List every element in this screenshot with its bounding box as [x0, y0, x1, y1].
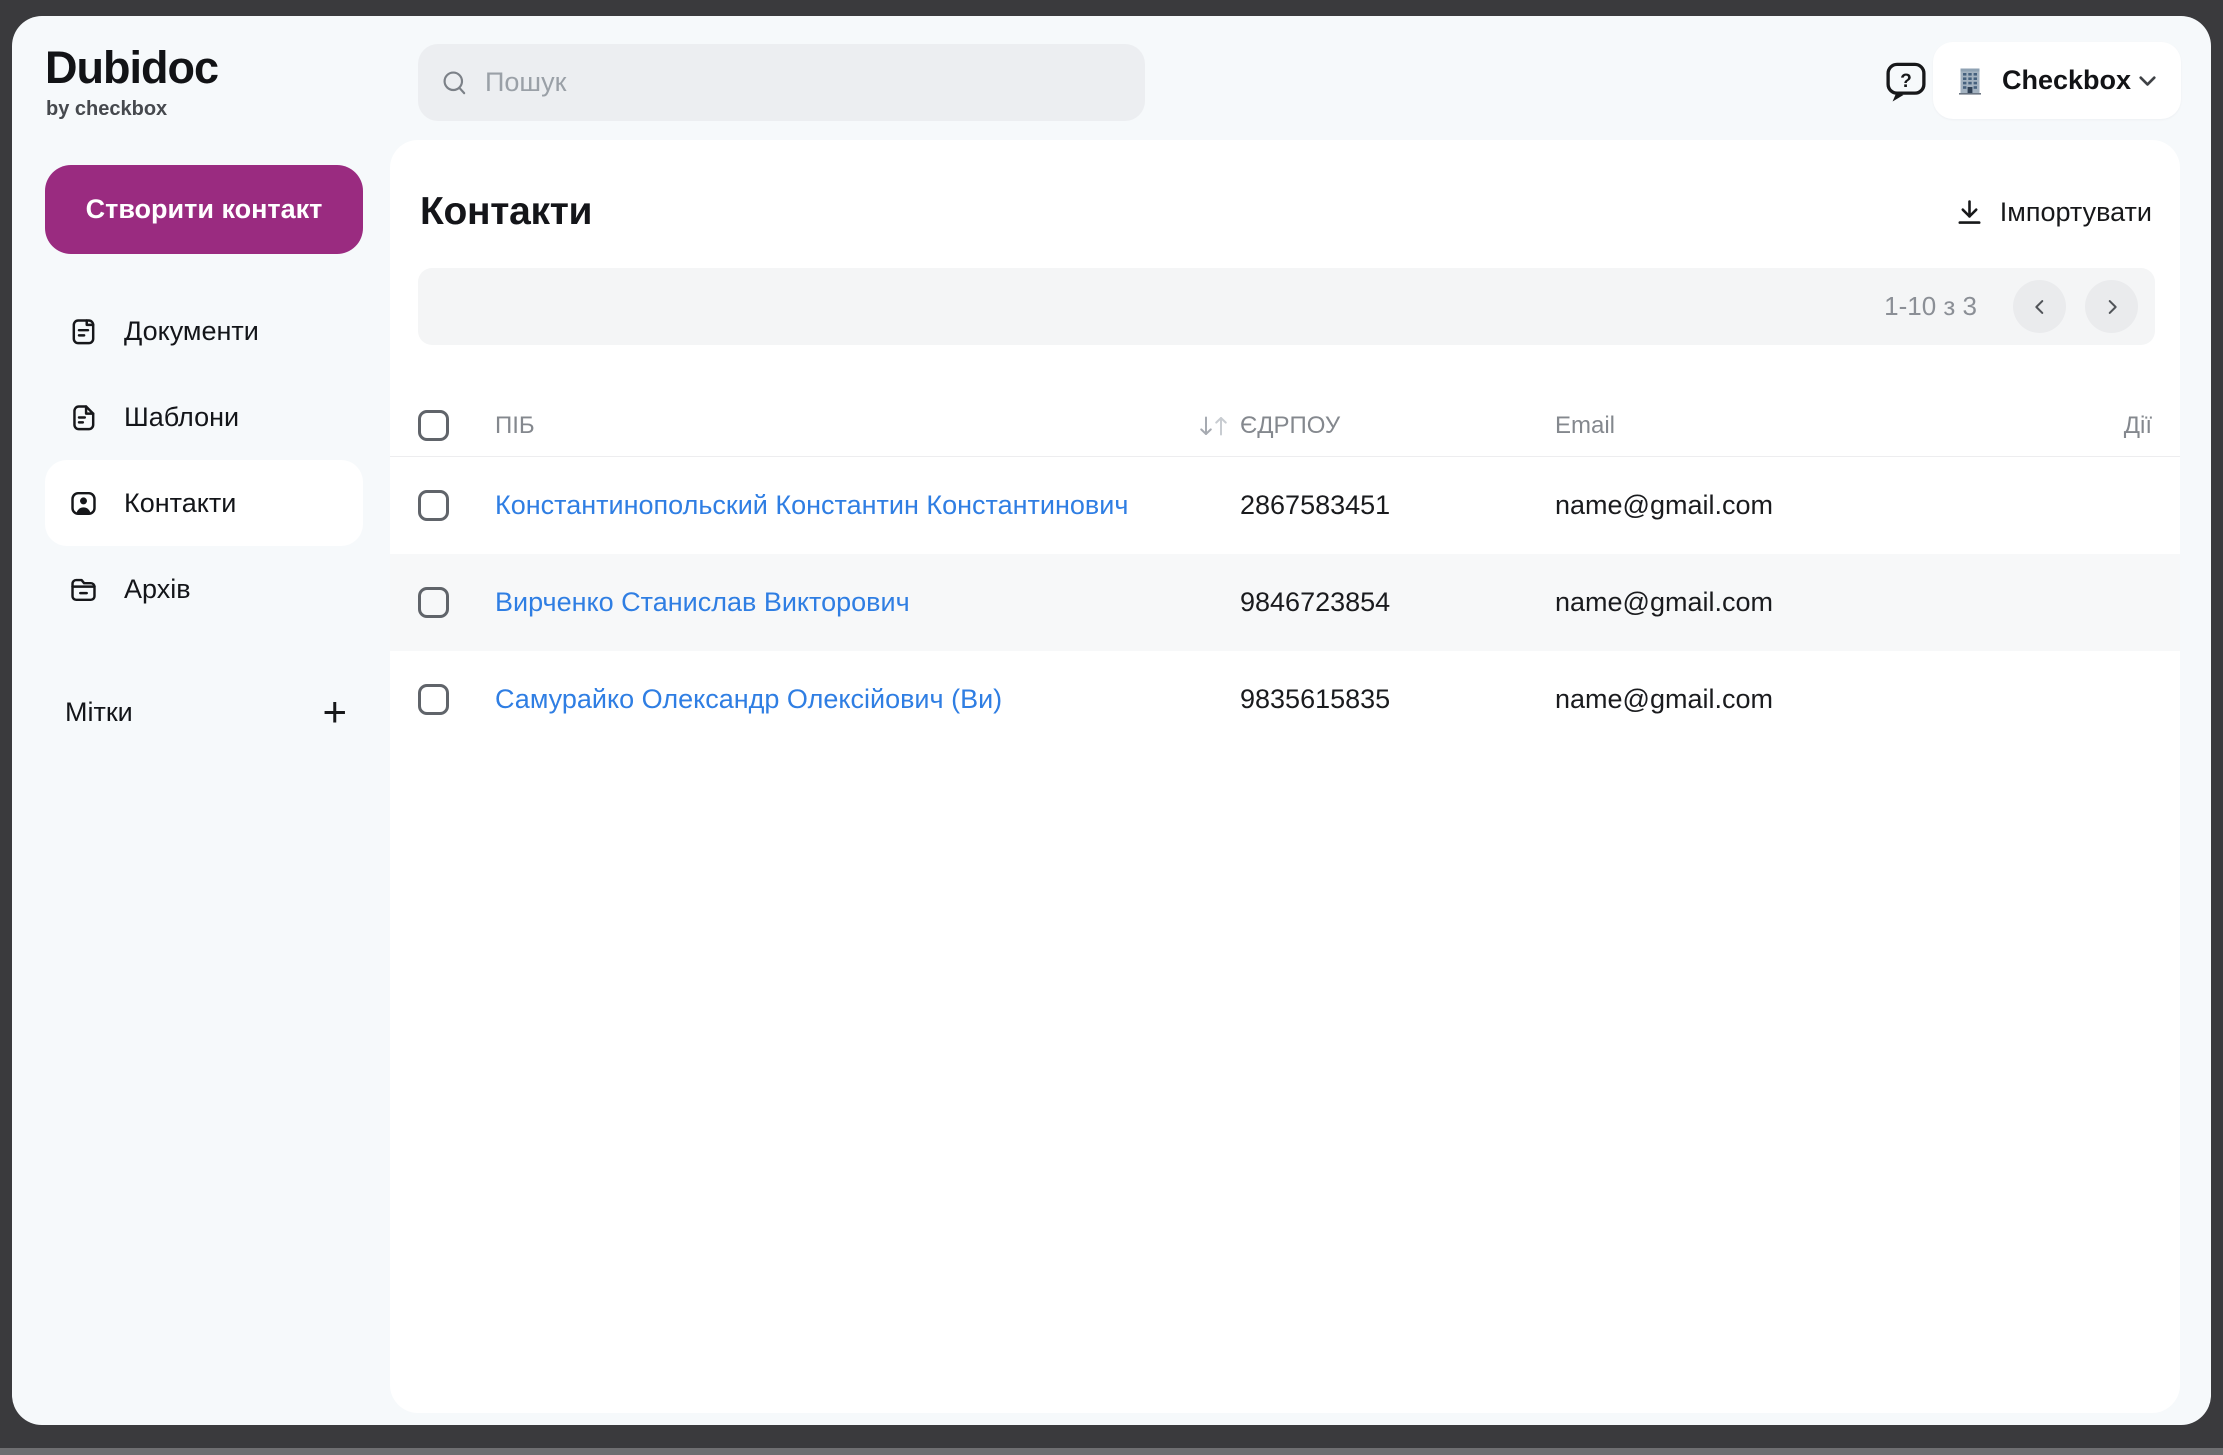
chevron-right-icon — [2101, 296, 2123, 318]
sidebar-item-label: Архів — [124, 574, 191, 605]
column-header-name: ПІБ — [495, 412, 535, 440]
row-checkbox[interactable] — [418, 490, 449, 521]
pagination-range: 1-10 з 3 — [1884, 291, 1977, 322]
help-bubble-icon: ? — [1883, 58, 1929, 104]
chevron-down-icon — [2134, 67, 2161, 94]
pagination-bar: 1-10 з 3 — [418, 268, 2155, 345]
sidebar-item-templates[interactable]: Шаблони — [45, 374, 363, 460]
contact-email: name@gmail.com — [1555, 684, 2152, 715]
help-button[interactable]: ? — [1883, 58, 1929, 104]
panel-header: Контакти Імпортувати — [390, 140, 2180, 250]
app-window: Dubidoc by checkbox Створити контакт Док… — [12, 16, 2211, 1425]
contact-edrpou: 9846723854 — [1240, 587, 1555, 618]
page-title: Контакти — [420, 190, 592, 234]
row-checkbox[interactable] — [418, 587, 449, 618]
contact-edrpou: 9835615835 — [1240, 684, 1555, 715]
column-header-actions: Дії — [2124, 412, 2152, 440]
account-name: Checkbox — [2002, 65, 2131, 96]
sidebar-nav: Документи Шаблони — [45, 288, 363, 632]
contact-name-link[interactable]: Вирченко Станислав Викторович — [495, 587, 910, 617]
import-label: Імпортувати — [2000, 197, 2152, 228]
archive-folder-icon — [68, 574, 99, 605]
search-icon — [440, 68, 469, 97]
sort-icon[interactable] — [1195, 413, 1232, 439]
select-all-checkbox[interactable] — [418, 410, 449, 441]
sidebar-item-documents[interactable]: Документи — [45, 288, 363, 374]
column-header-edrpou: ЄДРПОУ — [1240, 412, 1555, 440]
sidebar: Dubidoc by checkbox Створити контакт Док… — [12, 16, 390, 1425]
table-header-row: ПІБ — [390, 395, 2180, 457]
table-row: Вирченко Станислав Викторович 9846723854… — [390, 554, 2180, 651]
contact-name-link[interactable]: Константинопольский Константин Константи… — [495, 490, 1128, 520]
sidebar-item-contacts[interactable]: Контакти — [45, 460, 363, 546]
search-bar[interactable] — [418, 44, 1145, 121]
sidebar-item-archive[interactable]: Архів — [45, 546, 363, 632]
template-icon — [68, 402, 99, 433]
search-input[interactable] — [485, 67, 1123, 98]
pagination-prev-button[interactable] — [2013, 280, 2066, 333]
table-row: Самурайко Олександр Олексійович (Ви) 983… — [390, 651, 2180, 748]
contact-name-link[interactable]: Самурайко Олександр Олексійович (Ви) — [495, 684, 1002, 714]
tags-section: Мітки + — [65, 684, 347, 740]
row-checkbox[interactable] — [418, 684, 449, 715]
table-row: Константинопольский Константин Константи… — [390, 457, 2180, 554]
contacts-table: ПІБ — [390, 395, 2180, 748]
contacts-panel: Контакти Імпортувати 1-10 з 3 — [390, 140, 2180, 1413]
brand-tagline: by checkbox — [46, 98, 167, 121]
pagination-next-button[interactable] — [2085, 280, 2138, 333]
contact-edrpou: 2867583451 — [1240, 490, 1555, 521]
sidebar-item-label: Шаблони — [124, 402, 239, 433]
download-icon — [1954, 197, 1985, 228]
brand-name: Dubidoc — [45, 42, 218, 94]
sidebar-item-label: Контакти — [124, 488, 236, 519]
add-tag-button[interactable]: + — [322, 691, 347, 733]
chevron-left-icon — [2029, 296, 2051, 318]
contact-email: name@gmail.com — [1555, 490, 2152, 521]
document-icon — [68, 316, 99, 347]
organization-building-icon — [1953, 64, 1987, 98]
contact-email: name@gmail.com — [1555, 587, 2152, 618]
create-contact-button[interactable]: Створити контакт — [45, 165, 363, 254]
tags-title: Мітки — [65, 697, 133, 728]
contact-icon — [68, 488, 99, 519]
column-header-email: Email — [1555, 412, 2124, 440]
sidebar-item-label: Документи — [124, 316, 259, 347]
svg-text:?: ? — [1900, 71, 1912, 92]
account-menu-button[interactable]: Checkbox — [1933, 42, 2181, 119]
import-button[interactable]: Імпортувати — [1954, 197, 2152, 228]
desktop-background: Dubidoc by checkbox Створити контакт Док… — [0, 0, 2223, 1455]
